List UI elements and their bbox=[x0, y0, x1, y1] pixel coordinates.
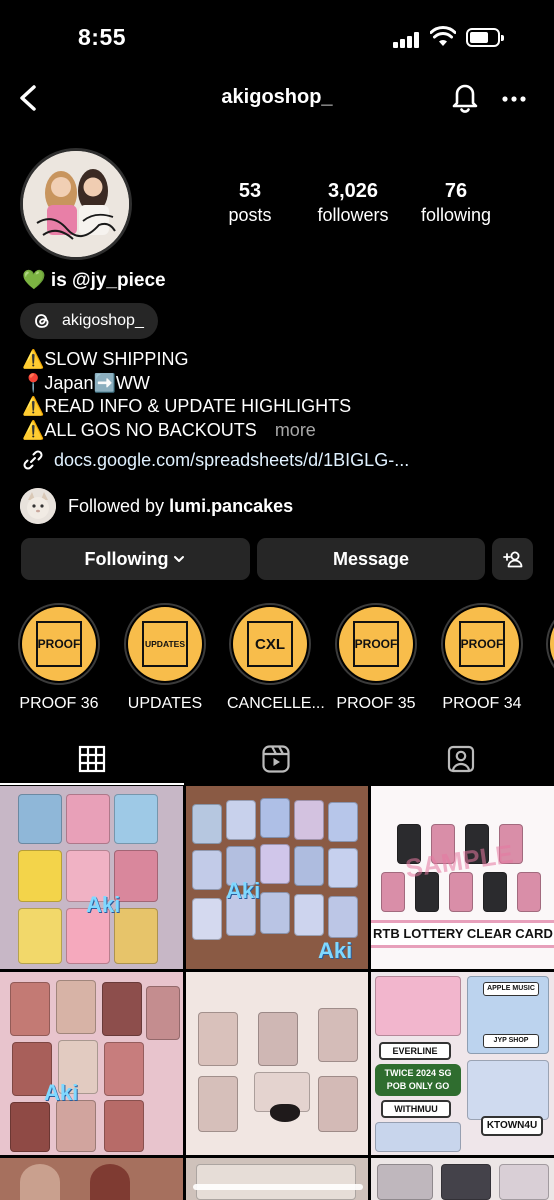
cancel-icon: CXL bbox=[233, 607, 307, 681]
tagged-person-icon bbox=[447, 745, 475, 773]
highlight-proof-35[interactable]: PROOF PROOF 35 bbox=[333, 603, 419, 713]
suggested-users-button[interactable] bbox=[492, 538, 533, 580]
top-nav: akigoshop_ bbox=[0, 76, 554, 120]
follower-avatar bbox=[20, 488, 56, 524]
highlight-cancelled[interactable]: CXL CANCELLE... bbox=[227, 603, 325, 713]
followed-by-prefix: Followed by bbox=[68, 495, 165, 516]
grid-icon bbox=[78, 745, 106, 773]
threads-icon bbox=[35, 314, 49, 328]
proof-icon: PROOF bbox=[339, 607, 413, 681]
profile-link[interactable]: docs.google.com/spreadsheets/d/1BIGLG-..… bbox=[22, 449, 409, 471]
highlight-proof-34[interactable]: PROOF PROOF 34 bbox=[439, 603, 525, 713]
followed-by[interactable]: Followed by lumi.pancakes bbox=[20, 488, 293, 524]
profile-avatar[interactable] bbox=[20, 148, 132, 260]
add-user-icon bbox=[502, 551, 522, 568]
stat-following-label: following bbox=[420, 205, 492, 225]
tag-withmuu: WITHMUU bbox=[381, 1100, 451, 1118]
watermark: Aki bbox=[44, 1080, 79, 1105]
post-thumbnail[interactable] bbox=[0, 1158, 183, 1200]
profile-bio: ⚠️SLOW SHIPPING 📍Japan➡️WW ⚠️READ INFO &… bbox=[22, 348, 351, 442]
followed-by-user[interactable]: lumi.pancakes bbox=[169, 496, 293, 516]
following-button-label: Following bbox=[84, 548, 169, 569]
threads-badge[interactable]: akigoshop_ bbox=[20, 303, 158, 339]
tag-everline: EVERLINE bbox=[379, 1042, 451, 1060]
proof-icon: PROOF bbox=[22, 607, 96, 681]
stat-followers[interactable]: 3,026 followers bbox=[308, 180, 398, 226]
updates-icon: UPDATES bbox=[128, 607, 202, 681]
highlight-label: CANCELLE... bbox=[227, 695, 325, 712]
tab-posts-grid[interactable] bbox=[0, 735, 184, 785]
link-icon bbox=[23, 450, 43, 470]
profile-link-text: docs.google.com/spreadsheets/d/1BIGLG-..… bbox=[54, 449, 410, 470]
watermark: Aki bbox=[318, 938, 353, 963]
stat-followers-label: followers bbox=[317, 205, 389, 225]
status-time: 8:55 bbox=[78, 24, 127, 50]
stat-followers-value: 3,026 bbox=[327, 180, 379, 202]
tag-jyp-shop: JYP SHOP bbox=[483, 1034, 539, 1048]
profile-tabs bbox=[0, 735, 554, 785]
highlight-proof-36[interactable]: PROOF PROOF 36 bbox=[16, 603, 102, 713]
battery-icon bbox=[466, 28, 504, 47]
highlight-label: PROOF 35 bbox=[336, 695, 416, 712]
proof-icon bbox=[550, 607, 554, 681]
following-button[interactable]: Following bbox=[21, 538, 250, 580]
chevron-down-icon bbox=[174, 556, 185, 562]
bio-line: ⚠️ALL GOS NO BACKOUTS bbox=[22, 419, 257, 440]
notification-bell-icon[interactable] bbox=[450, 80, 480, 114]
stat-following[interactable]: 76 following bbox=[413, 180, 499, 226]
home-indicator bbox=[193, 1184, 363, 1190]
post-thumbnail[interactable] bbox=[186, 1158, 368, 1200]
message-button-label: Message bbox=[332, 548, 410, 569]
watermark: Aki bbox=[86, 892, 121, 917]
message-button[interactable]: Message bbox=[257, 538, 485, 580]
bio-more-link[interactable]: more bbox=[275, 420, 316, 440]
highlight-label: PROOF 34 bbox=[442, 695, 522, 712]
stat-posts-label: posts bbox=[228, 205, 272, 225]
highlight-label: P bbox=[544, 695, 554, 713]
profile-display-name: 💚 is @jy_piece bbox=[22, 270, 166, 291]
post-thumbnail[interactable] bbox=[186, 972, 368, 1155]
stat-posts[interactable]: 53 posts bbox=[222, 180, 278, 226]
bio-line: ⚠️SLOW SHIPPING bbox=[22, 349, 189, 369]
status-bar: 8:55 bbox=[0, 0, 554, 76]
reels-icon bbox=[262, 745, 290, 773]
post-thumbnail[interactable]: Aki Aki bbox=[186, 786, 368, 969]
stat-following-value: 76 bbox=[444, 180, 468, 202]
tag-apple-music: APPLE MUSIC bbox=[483, 982, 539, 996]
avatar-photo bbox=[23, 151, 129, 257]
post-thumbnail[interactable] bbox=[371, 1158, 554, 1200]
post-thumbnail[interactable]: SAMPLE RTB LOTTERY CLEAR CARD bbox=[371, 786, 554, 969]
threads-handle: akigoshop_ bbox=[62, 312, 144, 329]
post-thumbnail[interactable]: Aki bbox=[0, 972, 183, 1155]
tab-reels[interactable] bbox=[184, 735, 368, 783]
tag-pob: TWICE 2024 SG POB ONLY GO bbox=[375, 1064, 461, 1096]
highlight-updates[interactable]: UPDATES UPDATES bbox=[122, 603, 208, 713]
wifi-icon bbox=[430, 26, 456, 46]
watermark: Aki bbox=[226, 878, 261, 903]
stat-posts-value: 53 bbox=[238, 180, 262, 202]
more-options-icon[interactable] bbox=[500, 82, 528, 112]
tag-ktown4u: KTOWN4U bbox=[481, 1116, 543, 1136]
bio-line: 📍Japan➡️WW bbox=[22, 372, 150, 393]
posts-grid: Aki Aki Aki SAMPLE RTB LOTTERY CLEAR CAR… bbox=[0, 786, 554, 1200]
cellular-signal-icon bbox=[393, 32, 419, 48]
post-thumbnail[interactable]: Aki bbox=[0, 786, 183, 969]
bio-line: ⚠️READ INFO & UPDATE HIGHLIGHTS bbox=[22, 396, 352, 416]
tab-tagged[interactable] bbox=[369, 735, 553, 783]
highlight-label: PROOF 36 bbox=[19, 695, 99, 712]
proof-icon: PROOF bbox=[445, 607, 519, 681]
highlight-partial[interactable]: P bbox=[544, 603, 554, 728]
highlight-label: UPDATES bbox=[127, 695, 203, 712]
post-thumbnail[interactable]: EVERLINE TWICE 2024 SG POB ONLY GO WITHM… bbox=[371, 972, 554, 1155]
post-caption-text: RTB LOTTERY CLEAR CARD bbox=[373, 926, 553, 941]
